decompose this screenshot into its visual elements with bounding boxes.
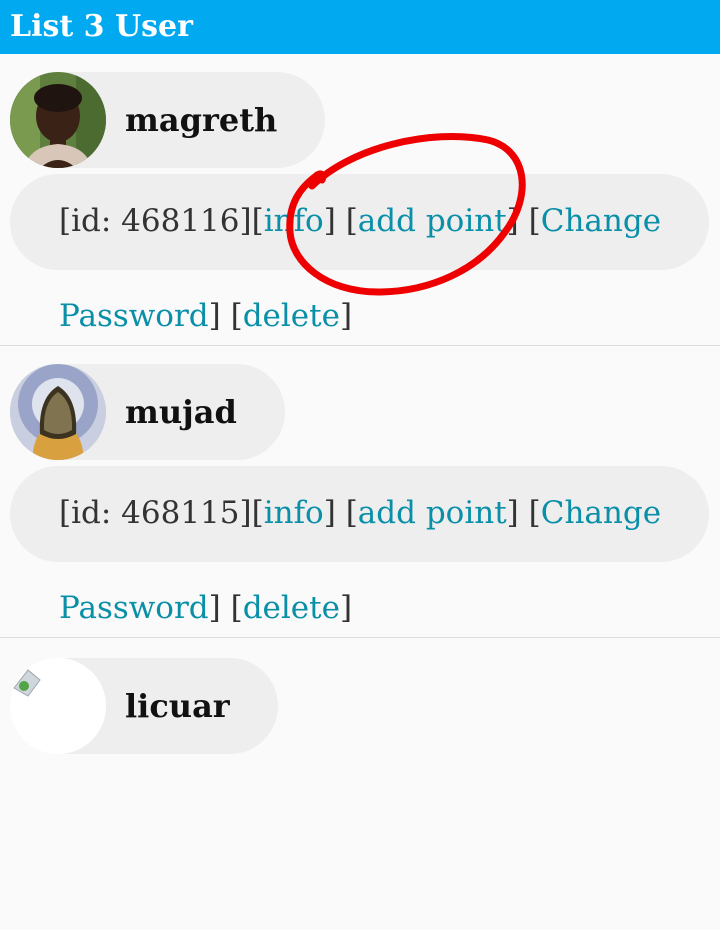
bracket: ] (339, 298, 353, 334)
bracket: ] (323, 203, 336, 239)
user-id: [id: 468116] (59, 203, 252, 239)
user-name-pill[interactable]: magreth (10, 72, 326, 168)
bracket: [ (251, 203, 264, 239)
bracket: [ (335, 495, 358, 531)
user-name: magreth (125, 101, 278, 139)
bracket: [ (335, 203, 358, 239)
user-actions: [id: 468116][info] [add point] [Change P… (59, 174, 719, 364)
bracket: ] (208, 590, 221, 626)
bracket: ] (208, 298, 221, 334)
bracket: [ (220, 298, 243, 334)
bracket: [ (220, 590, 243, 626)
info-link[interactable]: info (264, 203, 324, 239)
bracket: ] (339, 590, 353, 626)
bracket: ] (506, 495, 519, 531)
page-title: List 3 User (10, 9, 193, 44)
app-header: List 3 User (0, 0, 720, 54)
user-name: mujad (125, 393, 237, 431)
delete-link[interactable]: delete (243, 590, 340, 626)
user-actions: [id: 468115][info] [add point] [Change P… (59, 466, 719, 656)
bracket: [ (518, 495, 541, 531)
avatar[interactable] (10, 364, 106, 460)
user-name: licuar (125, 687, 230, 725)
bracket: ] (323, 495, 336, 531)
user-name-pill[interactable]: licuar (10, 658, 278, 754)
bracket: [ (251, 495, 264, 531)
user-card: mujad [id: 468115][info] [add point] [Ch… (0, 346, 720, 638)
user-id: [id: 468115] (59, 495, 252, 531)
avatar[interactable] (10, 658, 106, 754)
user-card: magreth [id: 468116][info] [add point] [… (0, 54, 720, 346)
add-point-link[interactable]: add point (358, 495, 507, 531)
avatar[interactable] (10, 72, 106, 168)
add-point-link[interactable]: add point (358, 203, 507, 239)
user-name-pill[interactable]: mujad (10, 364, 285, 460)
info-link[interactable]: info (264, 495, 324, 531)
bracket: [ (518, 203, 541, 239)
bracket: ] (506, 203, 519, 239)
delete-link[interactable]: delete (243, 298, 340, 334)
user-card: licuar (0, 638, 720, 930)
